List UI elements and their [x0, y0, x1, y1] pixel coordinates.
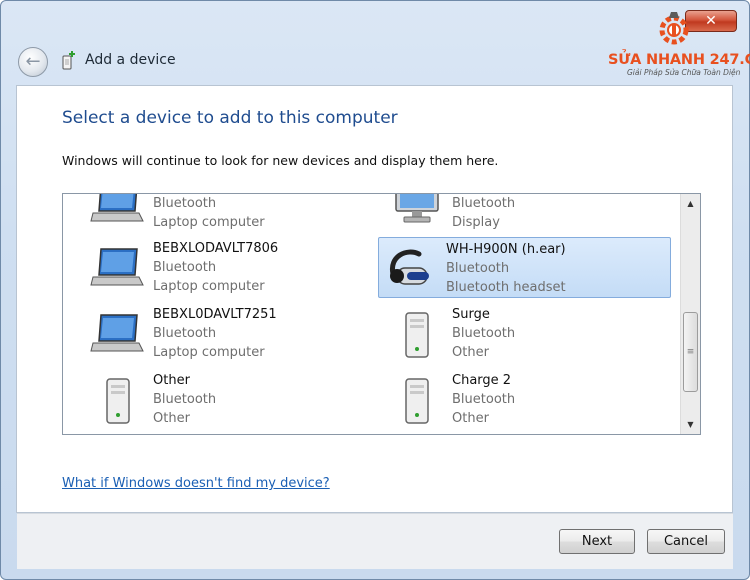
device-item[interactable]: BEBXLODAVLT7806 Bluetooth Laptop compute…	[69, 237, 362, 298]
laptop-icon	[90, 194, 144, 222]
device-item[interactable]: Bluetooth Laptop computer	[69, 194, 362, 234]
watermark-tagline: Giải Pháp Sửa Chữa Toàn Diện	[627, 68, 741, 77]
device-name: Charge 2	[452, 373, 512, 388]
device-name: BEBXLODAVLT7806	[153, 241, 279, 256]
next-button[interactable]: Next	[559, 529, 635, 554]
device-name: WH-H900N (h.ear)	[446, 242, 566, 257]
window-title: Add a device	[85, 52, 176, 68]
laptop-icon	[90, 314, 144, 352]
device-type: Bluetooth	[452, 392, 516, 407]
page-subtext: Windows will continue to look for new de…	[62, 153, 499, 168]
headset-icon	[389, 249, 429, 285]
device-item[interactable]: Surge Bluetooth Other	[368, 303, 661, 364]
device-category: Other	[153, 411, 190, 426]
device-category: Bluetooth headset	[446, 280, 566, 295]
device-category: Laptop computer	[153, 279, 265, 294]
device-tower-icon	[106, 378, 130, 424]
device-type: Bluetooth	[452, 196, 516, 211]
device-name: Surge	[452, 307, 490, 322]
device-category: Other	[452, 345, 489, 360]
device-item[interactable]: Charge 2 Bluetooth Other	[368, 369, 661, 430]
device-item[interactable]: Bluetooth Display	[368, 194, 661, 234]
device-item[interactable]: BEBXL0DAVLT7251 Bluetooth Laptop compute…	[69, 303, 362, 364]
scroll-up-arrow-icon[interactable]: ▲	[681, 195, 700, 212]
help-link[interactable]: What if Windows doesn't find my device?	[62, 476, 330, 491]
device-name: BEBXL0DAVLT7251	[153, 307, 277, 322]
cancel-button[interactable]: Cancel	[647, 529, 725, 554]
device-item[interactable]: Other Bluetooth Other	[69, 369, 362, 430]
back-button[interactable]: ←	[18, 47, 48, 77]
device-category: Display	[452, 215, 500, 230]
watermark-name: SỬA NHANH 247.COM	[608, 52, 750, 68]
device-category: Laptop computer	[153, 345, 265, 360]
gear-logo-icon	[659, 12, 689, 45]
monitor-icon	[395, 194, 439, 223]
scroll-down-arrow-icon[interactable]: ▼	[681, 416, 700, 433]
scroll-thumb[interactable]: ≡	[683, 312, 698, 392]
device-item-selected[interactable]: WH-H900N (h.ear) Bluetooth Bluetooth hea…	[378, 237, 671, 298]
device-list[interactable]: Bluetooth Laptop computer Bluetooth Disp…	[62, 193, 701, 435]
vertical-scrollbar[interactable]: ▲ ≡ ▼	[680, 194, 700, 434]
device-type: Bluetooth	[153, 196, 217, 211]
device-category: Other	[452, 411, 489, 426]
device-type: Bluetooth	[153, 260, 217, 275]
device-tower-icon	[405, 378, 429, 424]
back-arrow-icon: ←	[25, 51, 41, 72]
device-type: Bluetooth	[153, 392, 217, 407]
device-name: Other	[153, 373, 190, 388]
device-type: Bluetooth	[153, 326, 217, 341]
add-device-icon	[62, 51, 75, 70]
page-heading: Select a device to add to this computer	[62, 108, 398, 128]
device-type: Bluetooth	[452, 326, 516, 341]
laptop-icon	[90, 248, 144, 286]
device-type: Bluetooth	[446, 261, 510, 276]
watermark-logo: SỬA NHANH 247.COM Giải Pháp Sửa Chữa Toà…	[605, 10, 750, 80]
device-category: Laptop computer	[153, 215, 265, 230]
device-tower-icon	[405, 312, 429, 358]
